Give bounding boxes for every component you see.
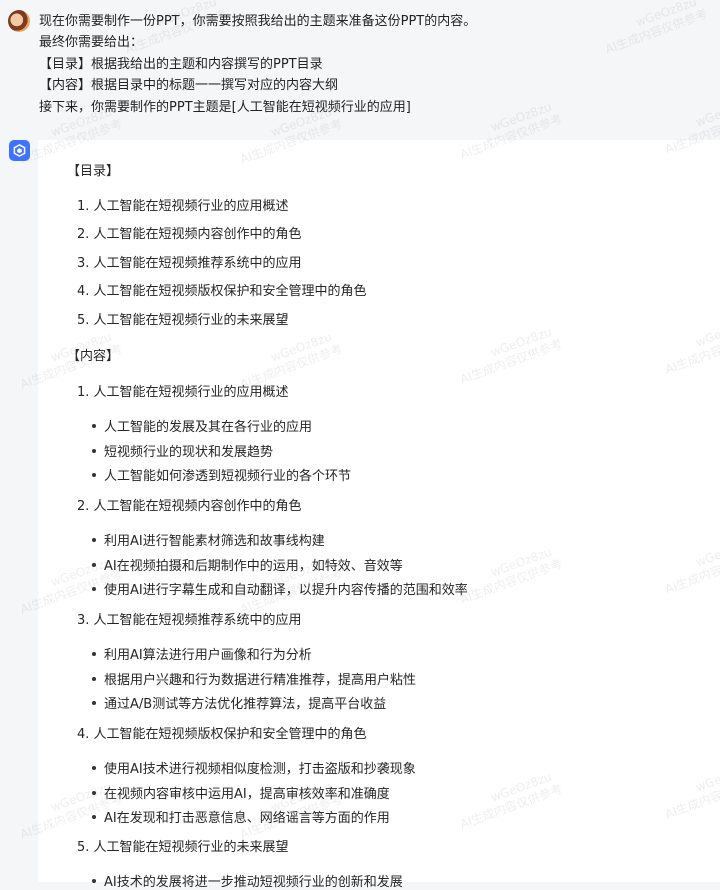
bullet-item: AI技术的发展将进一步推动短视频行业的创新和发展 [92, 871, 403, 890]
user-message-line: 现在你需要制作一份PPT，你需要按照我给出的主题来准备这份PPT的内容。 [39, 14, 477, 29]
content-heading: 【内容】 [67, 349, 120, 364]
bullet-item: 人工智能如何渗透到短视频行业的各个环节 [91, 465, 351, 484]
bullet-item: 人工智能的发展及其在各行业的应用 [91, 416, 312, 435]
user-message-line: 【目录】根据我给出的主题和内容撰写的PPT目录 [39, 56, 323, 72]
ai-assistant-icon [9, 140, 30, 161]
user-avatar [8, 10, 30, 32]
bullet-item: 通过A/B测试等方法优化推荐算法，提高平台收益 [91, 693, 386, 712]
section-title: 4. 人工智能在短视频版权保护和安全管理中的角色 [77, 727, 367, 742]
toc-heading: 【目录】 [67, 164, 120, 179]
toc-item: 5. 人工智能在短视频行业的未来展望 [77, 313, 289, 328]
user-message-line: 【内容】根据目录中的标题一一撰写对应的内容大纲 [39, 78, 339, 94]
user-message-line: 接下来，你需要制作的PPT主题是[人工智能在短视频行业的应用] [39, 99, 411, 115]
bullet-item: 使用AI进行字幕生成和自动翻译，以提升内容传播的范围和效率 [92, 579, 468, 598]
bullet-item: 在视频内容审核中运用AI，提高审核效率和准确度 [92, 783, 390, 802]
toc-item: 1. 人工智能在短视频行业的应用概述 [77, 199, 289, 214]
user-message: 现在你需要制作一份PPT，你需要按照我给出的主题来准备这份PPT的内容。 最终你… [0, 0, 720, 140]
toc-item: 2. 人工智能在短视频内容创作中的角色 [77, 227, 302, 242]
toc-item: 3. 人工智能在短视频推荐系统中的应用 [77, 256, 302, 271]
bullet-item: 使用AI技术进行视频相似度检测，打击盗版和抄袭现象 [92, 758, 416, 777]
section-title: 1. 人工智能在短视频行业的应用概述 [77, 385, 289, 400]
user-message-line: 最终你需要给出： [39, 35, 144, 51]
section-title: 3. 人工智能在短视频推荐系统中的应用 [77, 613, 302, 628]
bullet-item: 利用AI进行智能素材筛选和故事线构建 [92, 530, 325, 549]
ai-answer-panel: 【目录】 1. 人工智能在短视频行业的应用概述 2. 人工智能在短视频内容创作中… [38, 140, 720, 890]
bullet-item: AI在发现和打击恶意信息、网络谣言等方面的作用 [92, 807, 390, 826]
bullet-item: AI在视频拍摄和后期制作中的运用，如特效、音效等 [92, 555, 403, 574]
bullet-item: 根据用户兴趣和行为数据进行精准推荐，提高用户粘性 [91, 669, 416, 688]
bullet-item: 短视频行业的现状和发展趋势 [91, 441, 273, 460]
bullet-item: 利用AI算法进行用户画像和行为分析 [92, 644, 312, 663]
section-title: 5. 人工智能在短视频行业的未来展望 [77, 840, 289, 855]
toc-item: 4. 人工智能在短视频版权保护和安全管理中的角色 [77, 284, 367, 299]
user-message-text: 现在你需要制作一份PPT，你需要按照我给出的主题来准备这份PPT的内容。 最终你… [39, 11, 476, 118]
section-title: 2. 人工智能在短视频内容创作中的角色 [77, 499, 302, 514]
